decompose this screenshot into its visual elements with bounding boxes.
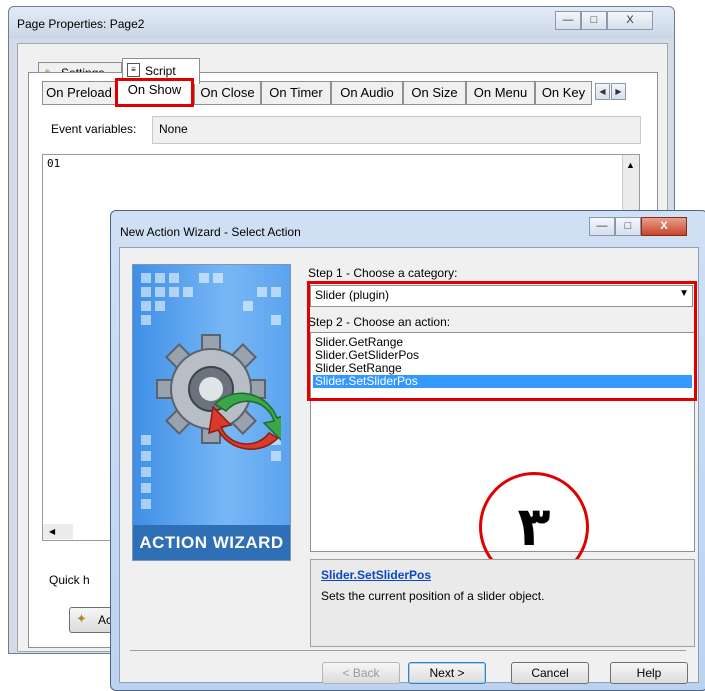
script-icon: ≡ [127,63,140,77]
minimize-button[interactable]: — [555,11,581,30]
action-description-title[interactable]: Slider.SetSliderPos [321,568,431,582]
tab-on-preload[interactable]: On Preload [42,81,116,105]
divider [130,650,686,651]
dialog-close-button[interactable]: X [641,217,687,236]
gear-icon [156,334,281,450]
scroll-left-icon[interactable]: ◀ [43,524,73,539]
tab-on-audio[interactable]: On Audio [331,81,403,105]
maximize-button[interactable]: □ [581,11,607,30]
tab-scroll-left-icon[interactable]: ◀ [595,83,610,100]
action-description-box: Slider.SetSliderPos Sets the current pos… [310,559,695,647]
title-bar: Page Properties: Page2 — □ X [9,7,674,39]
selection-highlight-box [307,281,697,401]
action-wizard-banner: ACTION WIZARD [132,264,291,561]
close-button[interactable]: X [607,11,653,30]
tab-on-timer[interactable]: On Timer [261,81,331,105]
tab-script-label: Script [145,64,176,78]
dialog-body: ACTION WIZARD Step 1 - Choose a category… [119,247,699,684]
magic-wand-icon: ✦ [76,611,87,626]
step1-label: Step 1 - Choose a category: [308,266,458,280]
action-description-text: Sets the current position of a slider ob… [321,589,545,603]
tab-on-show[interactable]: On Show [115,78,194,107]
tab-on-key[interactable]: On Key [535,81,592,105]
action-wizard-label: ACTION WIZARD [133,525,290,560]
back-button[interactable]: < Back [322,662,400,684]
help-button[interactable]: Help [610,662,688,684]
dialog-maximize-button[interactable]: □ [615,217,641,236]
window-title: Page Properties: Page2 [17,17,145,31]
tab-scroll-right-icon[interactable]: ▶ [611,83,626,100]
event-variables-value: None [159,122,188,136]
dialog-minimize-button[interactable]: — [589,217,615,236]
line-number: 01 [47,157,61,170]
tab-on-size[interactable]: On Size [403,81,466,105]
tab-on-close[interactable]: On Close [194,81,261,105]
dialog-title: New Action Wizard - Select Action [120,225,301,239]
event-variables-field: None [152,116,641,144]
cancel-button[interactable]: Cancel [511,662,589,684]
quick-help-label: Quick h [49,573,90,587]
scroll-up-icon[interactable]: ▲ [624,157,637,174]
next-button[interactable]: Next > [408,662,486,684]
event-variables-label: Event variables: [51,122,137,136]
new-action-wizard-dialog: New Action Wizard - Select Action — □ X [110,210,705,691]
tab-on-menu[interactable]: On Menu [466,81,535,105]
